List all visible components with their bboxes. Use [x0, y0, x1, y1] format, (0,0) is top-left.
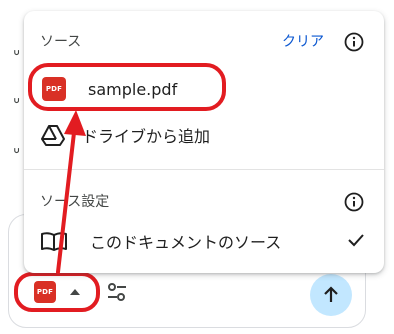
annotation-highlight: [28, 63, 226, 111]
source-selector-button[interactable]: PDF: [14, 272, 100, 312]
this-document-source-label: このドキュメントのソース: [90, 233, 282, 252]
arrow-up-icon: [324, 286, 338, 302]
info-icon[interactable]: [344, 192, 364, 212]
tune-icon[interactable]: [106, 281, 128, 303]
background-list-icon: ᐡ: [13, 144, 21, 165]
source-settings-title: ソース設定: [40, 194, 110, 210]
add-from-drive-label: ドライブから追加: [82, 127, 211, 146]
sources-menu: ソース クリア PDF sample.pdf ドライブから追加 ソース設定 この…: [24, 11, 384, 273]
pdf-icon: PDF: [34, 281, 56, 303]
clear-button[interactable]: クリア: [282, 31, 324, 51]
send-button[interactable]: [310, 274, 352, 316]
checkmark-icon: [348, 234, 364, 247]
this-document-source-item[interactable]: このドキュメントのソース: [24, 219, 384, 263]
caret-up-icon: [70, 289, 80, 295]
menu-divider: [24, 169, 384, 170]
book-icon: [41, 232, 67, 251]
info-icon[interactable]: [344, 32, 364, 52]
google-drive-icon: [41, 125, 65, 146]
background-list-icon: ᐡ: [13, 94, 21, 115]
background-list-icon: ᐡ: [13, 46, 21, 67]
add-from-drive-item[interactable]: ドライブから追加: [24, 113, 384, 157]
sources-section-title: ソース: [40, 34, 82, 50]
